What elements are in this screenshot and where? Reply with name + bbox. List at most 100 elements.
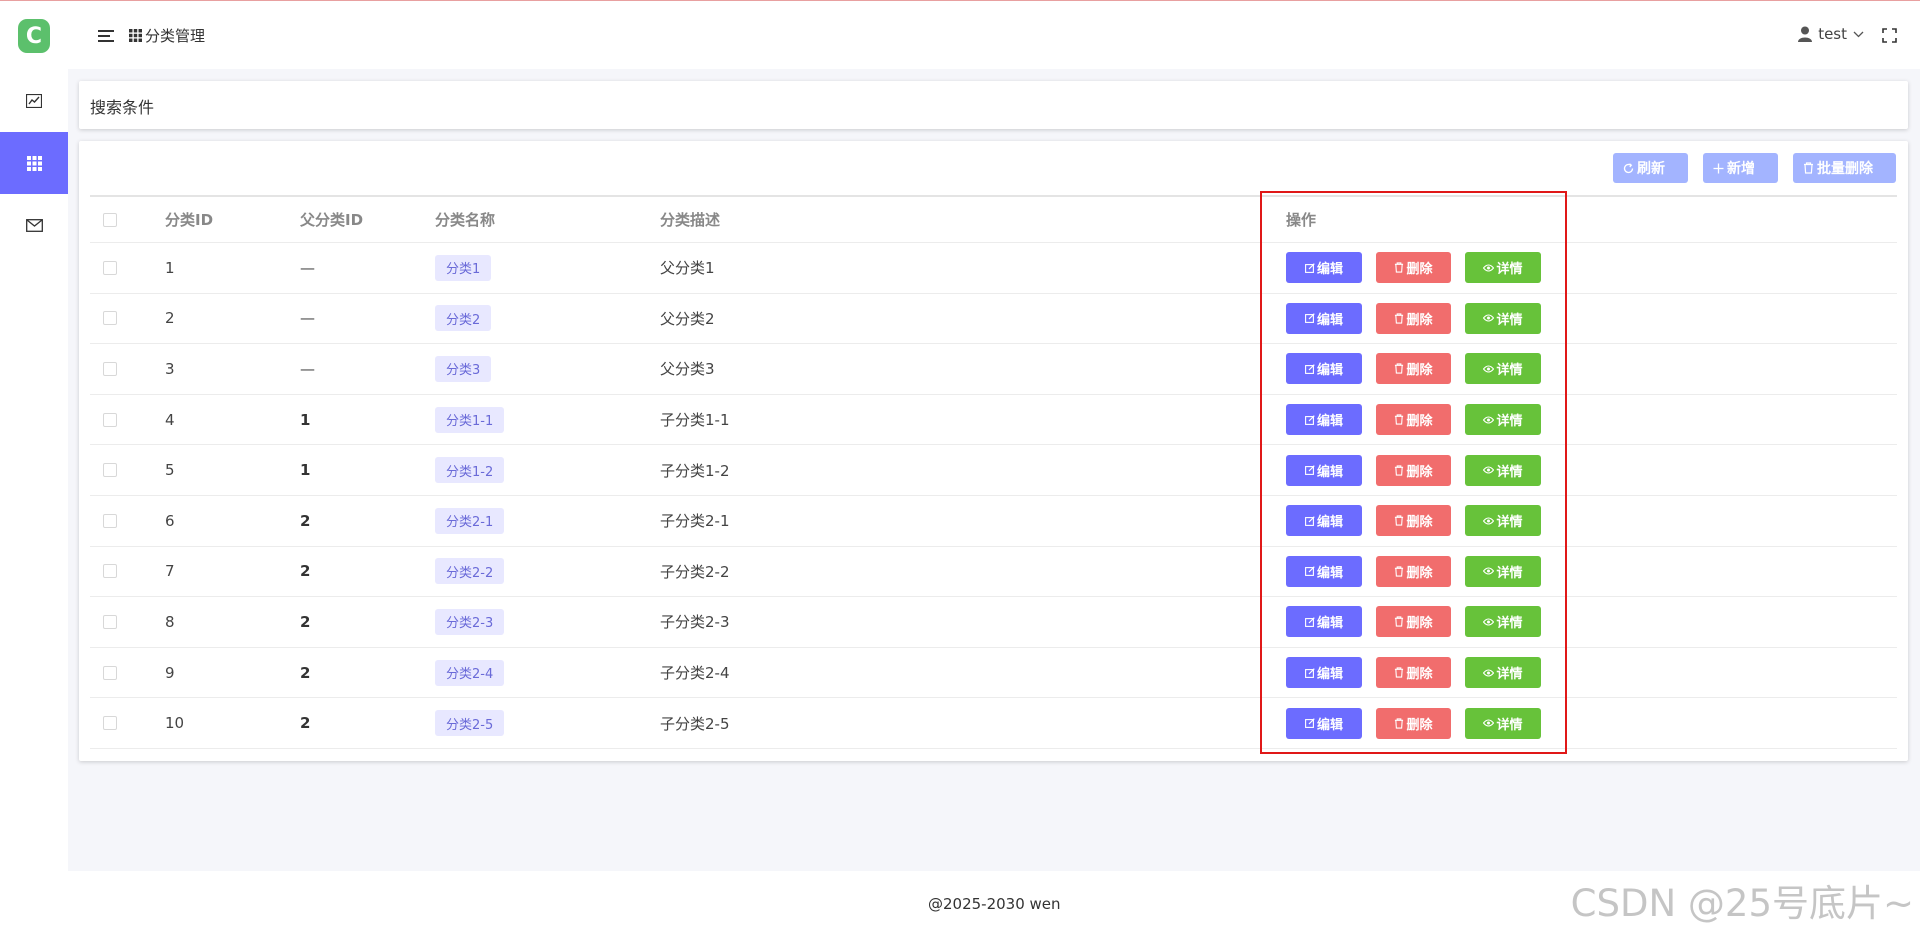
detail-label: 详情 bbox=[1496, 565, 1523, 581]
cell-desc: 父分类2 bbox=[660, 309, 715, 328]
header-name[interactable]: 分类名称 bbox=[435, 197, 495, 242]
edit-label: 编辑 bbox=[1316, 565, 1343, 581]
category-name-tag: 分类1-2 bbox=[435, 457, 505, 484]
detail-button[interactable]: 详情 bbox=[1465, 454, 1541, 486]
cell-parent-id: 2 bbox=[300, 612, 311, 631]
edit-icon bbox=[1305, 263, 1315, 273]
row-checkbox[interactable] bbox=[103, 513, 117, 528]
row-checkbox[interactable] bbox=[103, 463, 117, 478]
cell-desc: 父分类3 bbox=[660, 360, 715, 379]
sidebar-item-category[interactable] bbox=[0, 132, 68, 194]
delete-button[interactable]: 删除 bbox=[1376, 657, 1451, 689]
detail-button[interactable]: 详情 bbox=[1465, 404, 1541, 436]
category-name-tag: 分类2-5 bbox=[435, 710, 505, 737]
cell-desc: 父分类1 bbox=[660, 259, 715, 278]
delete-button[interactable]: 删除 bbox=[1376, 555, 1451, 587]
menu-toggle-icon[interactable] bbox=[98, 28, 114, 46]
edit-button[interactable]: 编辑 bbox=[1286, 252, 1362, 284]
category-name-tag: 分类2-2 bbox=[435, 558, 505, 585]
edit-button[interactable]: 编辑 bbox=[1286, 657, 1362, 689]
refresh-icon bbox=[1623, 162, 1634, 173]
detail-button[interactable]: 详情 bbox=[1465, 657, 1541, 689]
trash-icon bbox=[1395, 667, 1404, 678]
delete-button[interactable]: 删除 bbox=[1376, 302, 1451, 334]
delete-button[interactable]: 删除 bbox=[1376, 707, 1451, 739]
user-menu[interactable]: test bbox=[1798, 25, 1864, 43]
cell-id: 7 bbox=[165, 562, 175, 581]
edit-button[interactable]: 编辑 bbox=[1286, 707, 1362, 739]
add-button[interactable]: 新增 bbox=[1703, 153, 1778, 183]
detail-label: 详情 bbox=[1496, 312, 1523, 328]
delete-button[interactable]: 删除 bbox=[1376, 404, 1451, 436]
detail-label: 详情 bbox=[1496, 667, 1523, 683]
delete-button[interactable]: 删除 bbox=[1376, 454, 1451, 486]
batch-delete-button[interactable]: 批量删除 bbox=[1793, 153, 1896, 183]
delete-label: 删除 bbox=[1406, 717, 1433, 733]
trend-chart-icon bbox=[26, 94, 42, 108]
detail-button[interactable]: 详情 bbox=[1465, 302, 1541, 334]
table-row: 2 — 分类2 父分类2 编辑 删除 详情 bbox=[90, 294, 1897, 345]
detail-button[interactable]: 详情 bbox=[1465, 606, 1541, 638]
cell-parent-id: 2 bbox=[300, 663, 311, 682]
eye-icon bbox=[1483, 314, 1495, 322]
add-label: 新增 bbox=[1727, 160, 1755, 176]
edit-button[interactable]: 编辑 bbox=[1286, 555, 1362, 587]
row-checkbox[interactable] bbox=[103, 412, 117, 427]
sidebar-item-messages[interactable] bbox=[0, 194, 68, 256]
row-checkbox[interactable] bbox=[103, 311, 117, 326]
edit-button[interactable]: 编辑 bbox=[1286, 454, 1362, 486]
detail-label: 详情 bbox=[1496, 616, 1523, 632]
eye-icon bbox=[1483, 567, 1495, 575]
eye-icon bbox=[1483, 365, 1495, 373]
header-id[interactable]: 分类ID bbox=[165, 197, 213, 242]
row-checkbox[interactable] bbox=[103, 716, 117, 731]
table-row: 8 2 分类2-3 子分类2-3 编辑 删除 详情 bbox=[90, 597, 1897, 648]
delete-button[interactable]: 删除 bbox=[1376, 353, 1451, 385]
detail-button[interactable]: 详情 bbox=[1465, 353, 1541, 385]
edit-label: 编辑 bbox=[1316, 414, 1343, 430]
edit-button[interactable]: 编辑 bbox=[1286, 404, 1362, 436]
eye-icon bbox=[1483, 416, 1495, 424]
delete-button[interactable]: 删除 bbox=[1376, 252, 1451, 284]
top-header: 分类管理 test bbox=[68, 1, 1920, 69]
delete-button[interactable]: 删除 bbox=[1376, 606, 1451, 638]
row-actions: 编辑 删除 详情 bbox=[1286, 555, 1541, 587]
detail-label: 详情 bbox=[1496, 262, 1523, 278]
detail-button[interactable]: 详情 bbox=[1465, 252, 1541, 284]
table-row: 3 — 分类3 父分类3 编辑 删除 详情 bbox=[90, 344, 1897, 395]
detail-button[interactable]: 详情 bbox=[1465, 707, 1541, 739]
category-name-tag: 分类1-1 bbox=[435, 406, 505, 433]
delete-label: 删除 bbox=[1406, 667, 1433, 683]
app-logo[interactable]: C bbox=[18, 19, 50, 53]
sidebar-item-dashboard[interactable] bbox=[0, 70, 68, 132]
delete-button[interactable]: 删除 bbox=[1376, 505, 1451, 537]
edit-button[interactable]: 编辑 bbox=[1286, 353, 1362, 385]
edit-icon bbox=[1305, 465, 1315, 476]
cell-id: 8 bbox=[165, 612, 175, 631]
username: test bbox=[1818, 25, 1847, 43]
row-checkbox[interactable] bbox=[103, 260, 117, 275]
edit-button[interactable]: 编辑 bbox=[1286, 302, 1362, 334]
detail-label: 详情 bbox=[1496, 363, 1523, 379]
row-checkbox[interactable] bbox=[103, 614, 117, 629]
header-parent-id[interactable]: 父分类ID bbox=[300, 197, 363, 242]
fullscreen-icon[interactable] bbox=[1882, 28, 1897, 47]
row-checkbox[interactable] bbox=[103, 665, 117, 680]
header-desc[interactable]: 分类描述 bbox=[660, 197, 720, 242]
edit-icon bbox=[1305, 516, 1315, 526]
detail-label: 详情 bbox=[1496, 515, 1523, 531]
refresh-label: 刷新 bbox=[1637, 160, 1665, 176]
select-all-checkbox[interactable] bbox=[103, 212, 117, 227]
eye-icon bbox=[1483, 719, 1495, 727]
row-checkbox[interactable] bbox=[103, 564, 117, 579]
edit-button[interactable]: 编辑 bbox=[1286, 606, 1362, 638]
detail-button[interactable]: 详情 bbox=[1465, 505, 1541, 537]
eye-icon bbox=[1483, 517, 1495, 525]
detail-button[interactable]: 详情 bbox=[1465, 555, 1541, 587]
search-panel-title: 搜索条件 bbox=[90, 98, 155, 117]
refresh-button[interactable]: 刷新 bbox=[1613, 153, 1688, 183]
row-checkbox[interactable] bbox=[103, 361, 117, 376]
edit-button[interactable]: 编辑 bbox=[1286, 505, 1362, 537]
cell-parent-id: — bbox=[300, 258, 315, 277]
detail-label: 详情 bbox=[1496, 464, 1523, 480]
